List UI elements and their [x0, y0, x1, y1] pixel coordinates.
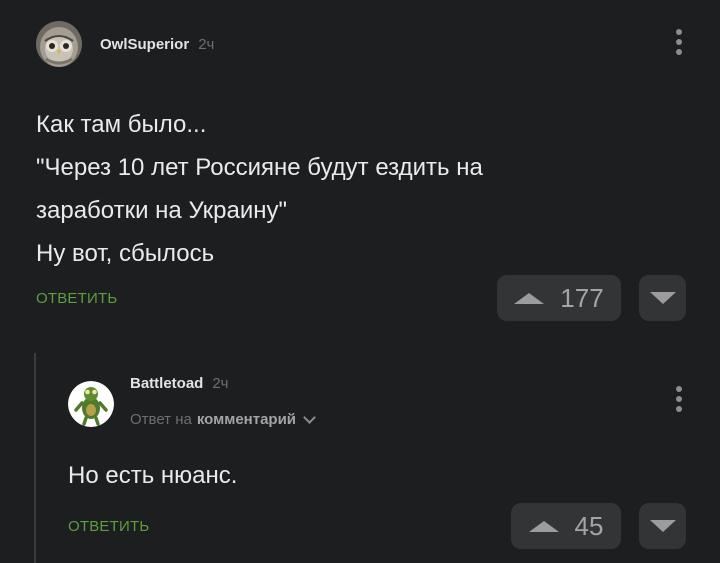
comment-age: 2ч	[198, 35, 215, 53]
comment-line: Как там было...	[36, 111, 207, 138]
comment-body: Как там было... "Через 10 лет Россияне б…	[36, 103, 656, 275]
arrow-up-icon	[528, 520, 559, 532]
kebab-menu-icon[interactable]	[674, 386, 684, 412]
arrow-down-icon	[649, 292, 676, 304]
comment-author[interactable]: Battletoad	[130, 375, 203, 392]
comment-body: Но есть нюанс.	[68, 462, 238, 489]
comment-author[interactable]: OwlSuperior	[100, 36, 189, 53]
toad-avatar-icon[interactable]	[68, 381, 114, 427]
comment-header: Battletoad 2ч	[130, 375, 229, 392]
thread-line	[34, 353, 36, 563]
kebab-menu-icon[interactable]	[674, 29, 684, 55]
reply-to-prefix: Ответ на	[130, 411, 192, 428]
upvote-button[interactable]: 177	[497, 275, 621, 321]
comment-line: "Через 10 лет Россияне будут ездить на	[36, 154, 483, 181]
comment-age: 2ч	[212, 375, 229, 392]
chevron-down-icon[interactable]	[303, 411, 316, 424]
arrow-down-icon	[649, 520, 676, 532]
comment-line: Ну вот, сбылось	[36, 240, 215, 267]
rating-count: 45	[574, 510, 604, 541]
downvote-button[interactable]	[639, 503, 686, 549]
downvote-button[interactable]	[639, 275, 686, 321]
upvote-button[interactable]: 45	[511, 503, 621, 549]
reply-button[interactable]: ОТВЕТИТЬ	[36, 290, 117, 307]
comments-page: OwlSuperior 2ч Как там было... "Через 10…	[0, 0, 720, 563]
reply-to-link[interactable]: комментарий	[197, 411, 296, 428]
reply-to-line: Ответ на комментарий	[130, 411, 316, 428]
reply-button[interactable]: ОТВЕТИТЬ	[68, 518, 149, 535]
arrow-up-icon	[514, 292, 545, 304]
owl-avatar-icon[interactable]	[36, 21, 82, 67]
comment-header: OwlSuperior 2ч	[36, 20, 214, 68]
comment-line: заработки на Украину"	[36, 197, 287, 224]
rating-count: 177	[560, 282, 604, 313]
